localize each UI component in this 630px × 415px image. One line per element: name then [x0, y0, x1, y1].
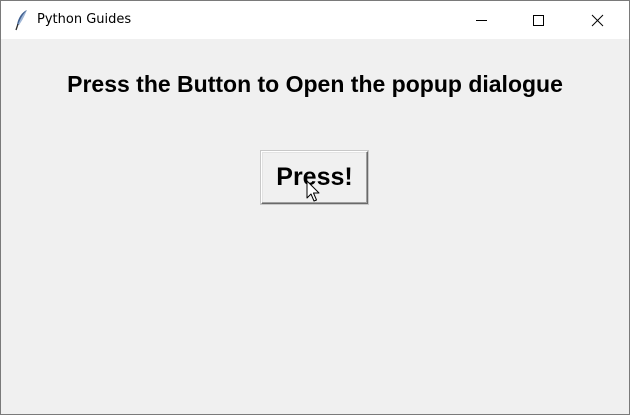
close-icon	[591, 14, 604, 27]
instruction-heading: Press the Button to Open the popup dialo…	[67, 71, 563, 97]
app-window: Python Guides Press the Button to Open t…	[0, 0, 630, 415]
maximize-icon	[533, 15, 544, 26]
title-bar[interactable]: Python Guides	[1, 1, 629, 39]
window-title: Python Guides	[37, 12, 132, 27]
window-content: Press the Button to Open the popup dialo…	[1, 39, 629, 414]
minimize-icon	[476, 20, 487, 21]
minimize-button[interactable]	[452, 1, 510, 39]
press-button[interactable]: Press!	[261, 151, 368, 204]
feather-icon	[14, 9, 30, 31]
maximize-button[interactable]	[510, 1, 568, 39]
close-button[interactable]	[569, 1, 627, 39]
